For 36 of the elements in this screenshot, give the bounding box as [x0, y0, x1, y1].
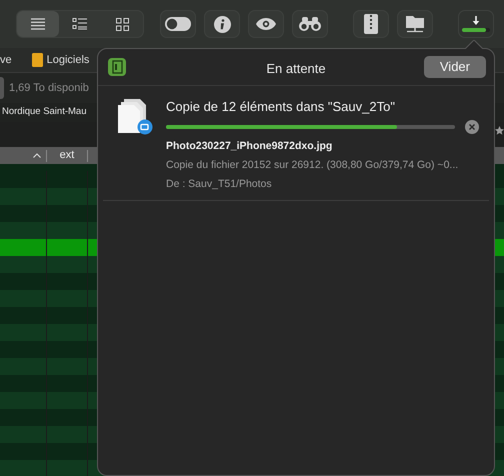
popover-title: En attente	[266, 60, 326, 78]
zipper-file-icon	[364, 14, 378, 34]
network-folder-icon	[404, 15, 424, 33]
zipper-file-button[interactable]	[352, 10, 388, 38]
grid-icon	[116, 18, 128, 30]
location-text: Logiciels	[46, 52, 90, 68]
toggle-icon	[165, 17, 191, 31]
close-icon[interactable]	[465, 120, 479, 134]
folder-icon	[32, 53, 43, 67]
toggle-button[interactable]	[160, 10, 196, 38]
binoculars-icon	[298, 17, 322, 31]
binoculars-button[interactable]	[292, 10, 328, 38]
column-header[interactable]: ext	[60, 147, 74, 164]
view-mode-button[interactable]	[17, 11, 59, 37]
copy-progress-text: Copie du fichier 20152 sur 26912. (308,80 Go/379,74 Go) ~0...	[166, 158, 460, 173]
info-icon	[214, 16, 230, 32]
list-icon	[30, 18, 46, 30]
queue-icon	[108, 58, 126, 76]
eye-icon	[256, 18, 276, 30]
eye-button[interactable]	[248, 10, 284, 38]
sort-chevron-icon	[33, 153, 41, 158]
download-icon	[472, 16, 480, 25]
bulleted-list-icon	[72, 18, 88, 30]
task-title: Copie de 12 éléments dans "Sauv_2To"	[166, 98, 396, 116]
view-mode-control[interactable]	[16, 10, 144, 38]
clear-button[interactable]: Vider	[424, 56, 486, 78]
network-folder-button[interactable]	[396, 10, 432, 38]
info-button[interactable]	[204, 10, 240, 38]
folder-name-text: Nordique Saint-Mau	[2, 105, 86, 120]
copy-files-icon	[118, 99, 154, 135]
free-space-text: 1,69 To disponib	[9, 80, 89, 96]
download-button[interactable]	[458, 10, 494, 38]
star-icon	[495, 126, 504, 135]
file-name: Photo230227_iPhone9872dxo.jpg	[166, 139, 334, 154]
path-text: ve	[0, 52, 12, 68]
source-text: De : Sauv_T51/Photos	[166, 176, 273, 192]
